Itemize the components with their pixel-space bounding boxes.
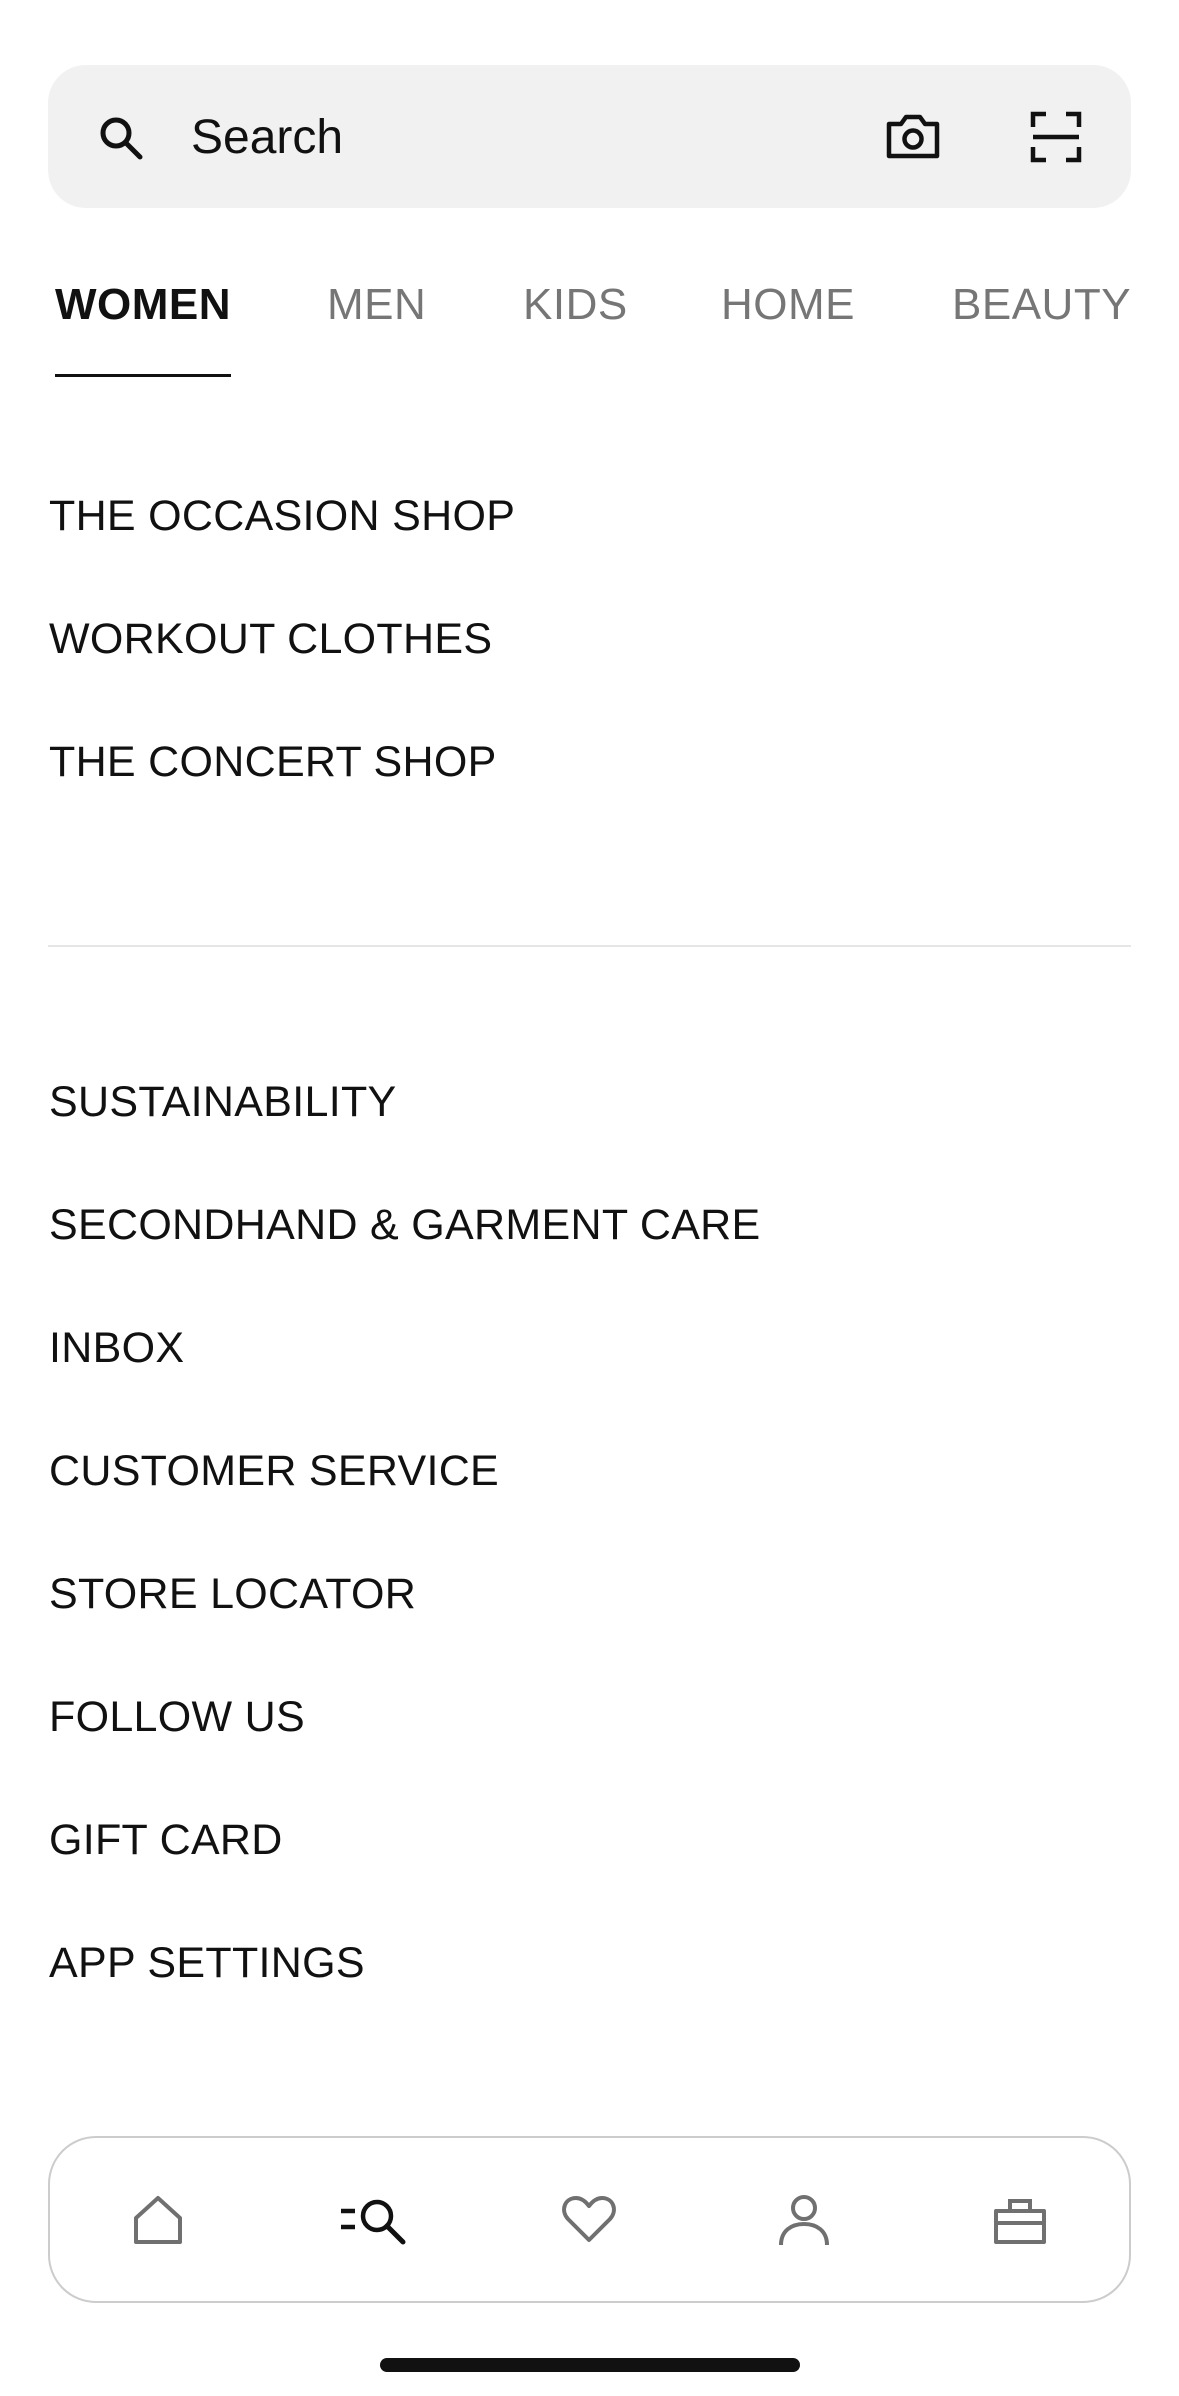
search-input[interactable] — [191, 101, 891, 173]
bottom-navigation — [48, 2136, 1131, 2303]
menu-item-secondhand-garment-care[interactable]: SECONDHAND & GARMENT CARE — [49, 1201, 761, 1250]
department-tabs: WOMEN MEN KIDS HOME BEAUTY — [0, 270, 1179, 380]
shopping-bag-icon — [994, 2199, 1046, 2244]
search-icon — [100, 117, 143, 160]
tab-beauty[interactable]: BEAUTY — [952, 280, 1131, 330]
menu-item-app-settings[interactable]: APP SETTINGS — [49, 1939, 365, 1988]
menu-item-store-locator[interactable]: STORE LOCATOR — [49, 1570, 416, 1619]
nav-menu-search-button[interactable] — [332, 2178, 416, 2262]
heart-icon — [562, 2196, 616, 2242]
tab-kids[interactable]: KIDS — [523, 280, 628, 330]
nav-favorites-button[interactable] — [547, 2178, 631, 2262]
search-bar[interactable] — [48, 65, 1131, 208]
active-tab-underline — [55, 374, 231, 377]
menu-search-icon — [341, 2199, 406, 2245]
camera-icon[interactable] — [885, 110, 941, 162]
person-icon — [779, 2195, 829, 2246]
nav-account-button[interactable] — [762, 2178, 846, 2262]
menu-item-workout-clothes[interactable]: WORKOUT CLOTHES — [49, 615, 492, 664]
tab-women[interactable]: WOMEN — [55, 280, 231, 330]
tab-men[interactable]: MEN — [327, 280, 426, 330]
nav-home-button[interactable] — [116, 2178, 200, 2262]
home-icon — [134, 2196, 182, 2244]
menu-item-concert-shop[interactable]: THE CONCERT SHOP — [49, 738, 497, 787]
scan-icon[interactable] — [1030, 111, 1082, 163]
menu-item-occasion-shop[interactable]: THE OCCASION SHOP — [49, 492, 515, 541]
home-indicator — [380, 2358, 800, 2372]
menu-item-follow-us[interactable]: FOLLOW US — [49, 1693, 305, 1742]
section-divider — [48, 945, 1131, 947]
nav-bag-button[interactable] — [978, 2178, 1062, 2262]
menu-item-gift-card[interactable]: GIFT CARD — [49, 1816, 283, 1865]
menu-item-customer-service[interactable]: CUSTOMER SERVICE — [49, 1447, 499, 1496]
menu-item-sustainability[interactable]: SUSTAINABILITY — [49, 1078, 397, 1127]
menu-item-inbox[interactable]: INBOX — [49, 1324, 184, 1373]
tab-home[interactable]: HOME — [721, 280, 855, 330]
